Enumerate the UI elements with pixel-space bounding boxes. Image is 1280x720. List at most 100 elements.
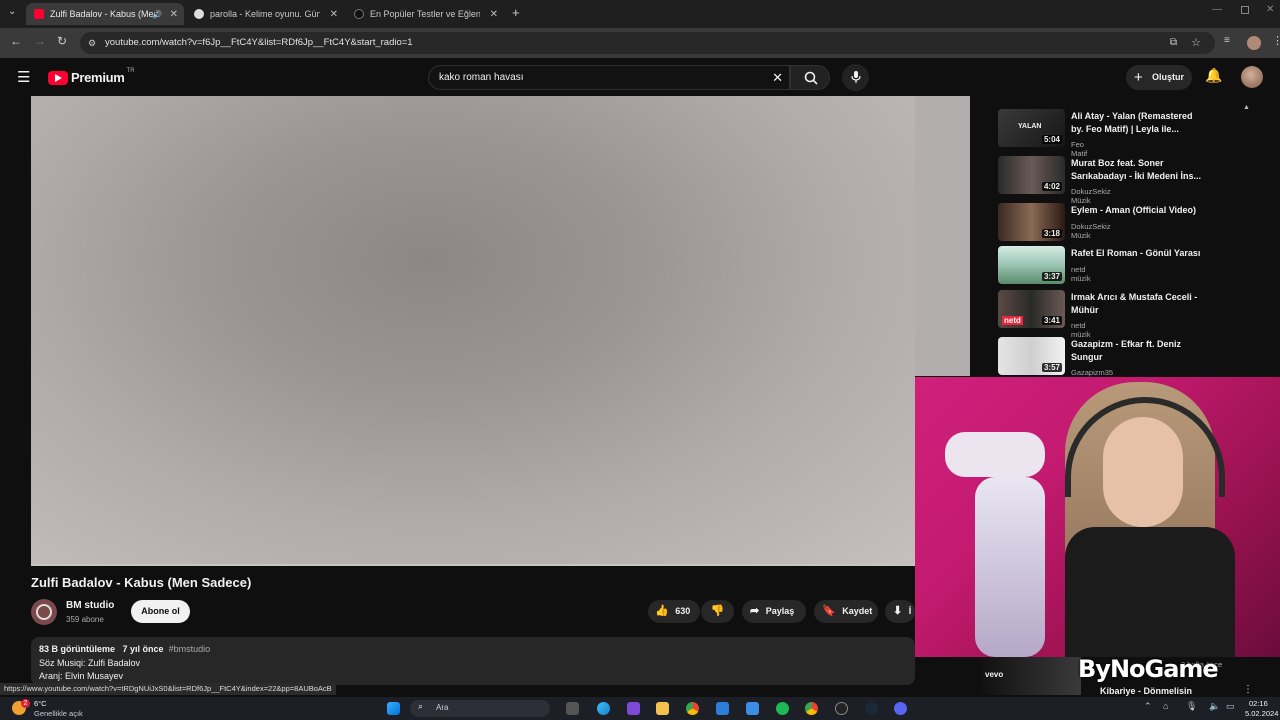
video-player[interactable] [31, 96, 915, 566]
logo-text: Premium [71, 70, 125, 85]
more-options-icon[interactable]: ⋮ [1243, 684, 1253, 695]
volume-icon[interactable]: 🔈 [1209, 701, 1220, 712]
create-button[interactable]: + Oluştur [1126, 65, 1192, 90]
close-window-icon[interactable]: ✕ [1266, 4, 1274, 15]
dislike-button[interactable]: 👎 [701, 600, 734, 623]
related-video-channel[interactable]: Gazapizm35 [1071, 368, 1113, 377]
video-thumbnail[interactable]: vevo [981, 657, 1081, 695]
video-thumbnail[interactable]: netd 3:41 [998, 290, 1065, 328]
tab-parolla[interactable]: parolla - Kelime oyunu. Günlük ✕ [186, 3, 344, 25]
download-button[interactable]: ⬇ İ [885, 600, 915, 623]
related-video-channel[interactable]: netd müzik [1071, 265, 1091, 283]
youtube-favicon-icon [34, 9, 44, 19]
youtube-header: ☰ Premium TR kako roman havası ✕ + Oluşt… [0, 58, 1280, 96]
discord-icon[interactable] [894, 702, 907, 715]
hashtag-link[interactable]: #bmstudio [169, 644, 211, 654]
scroll-up-arrow-icon[interactable]: ▲ [1243, 104, 1250, 111]
related-video-channel[interactable]: netd müzik [1071, 321, 1091, 339]
edge-icon[interactable] [597, 702, 610, 715]
tab-youtube[interactable]: Zulfi Badalov - Kabus (Men 🔊 ✕ [26, 3, 184, 25]
reload-icon[interactable]: ↻ [57, 34, 67, 48]
url-field[interactable]: ⚙ youtube.com/watch?v=f6Jp__FtC4Y&list=R… [80, 32, 1215, 54]
address-bar-row: ← → ↻ ⚙ youtube.com/watch?v=f6Jp__FtC4Y&… [0, 28, 1280, 58]
video-thumbnail[interactable]: YALAN 5:04 [998, 109, 1065, 147]
related-video-channel[interactable]: DokuzSekiz Müzik [1071, 222, 1111, 240]
battery-icon[interactable]: ▭ [1226, 701, 1235, 712]
search-button[interactable] [790, 65, 830, 90]
video-thumbnail[interactable]: 4:02 [998, 156, 1065, 194]
speaker-icon[interactable]: 🔊 [152, 10, 162, 19]
playlist-icon[interactable]: ≡ [1224, 35, 1230, 46]
profile-avatar-small[interactable] [1247, 36, 1261, 50]
mail-icon[interactable] [716, 702, 729, 715]
streamer-hand [945, 432, 1045, 477]
like-button[interactable]: 👍 630 [648, 600, 700, 623]
bookmark-star-icon[interactable]: ☆ [1191, 32, 1201, 54]
notification-count: 2 [21, 699, 30, 708]
webcam-overlay [915, 377, 1280, 657]
upload-age: 7 yıl önce [122, 644, 164, 654]
tab-title: parolla - Kelime oyunu. Günlük [210, 9, 320, 19]
forward-icon[interactable]: → [34, 34, 46, 48]
spotify-icon[interactable] [776, 702, 789, 715]
clear-search-icon[interactable]: ✕ [772, 66, 783, 89]
clock-time[interactable]: 02:16 [1249, 699, 1268, 708]
close-tab-icon[interactable]: ✕ [170, 9, 178, 20]
back-icon[interactable]: ← [10, 34, 22, 48]
app-icon[interactable] [627, 702, 640, 715]
video-description[interactable]: 83 B görüntüleme 7 yıl önce #bmstudio Sö… [31, 637, 915, 685]
new-tab-icon[interactable]: + [512, 5, 520, 20]
subscribe-button[interactable]: Abone ol [131, 600, 190, 623]
related-video-title: Irmak Arıcı & Mustafa Ceceli - Mühür [1071, 292, 1198, 315]
video-progress-bar[interactable] [31, 564, 915, 566]
related-video-channel[interactable]: Feo Matif [1071, 140, 1087, 158]
channel-avatar[interactable] [31, 599, 57, 625]
related-video-channel[interactable]: DokuzSekiz Müzik [1071, 187, 1111, 205]
video-thumbnail[interactable]: 3:18 [998, 203, 1065, 241]
restore-icon[interactable] [1241, 6, 1249, 14]
search-icon [804, 71, 818, 85]
youtube-logo[interactable]: Premium TR [48, 68, 135, 85]
tab-tests[interactable]: En Popüler Testler ve Eğlenceli ✕ [346, 3, 504, 25]
file-explorer-icon[interactable] [656, 702, 669, 715]
tab-search-chevron-icon[interactable]: ⌄ [8, 6, 16, 17]
notifications-bell-icon[interactable]: 🔔 [1205, 67, 1222, 84]
chrome-profile-icon[interactable] [805, 702, 818, 715]
install-app-icon[interactable]: ⧉ [1170, 32, 1177, 54]
task-view-icon[interactable] [566, 702, 579, 715]
channel-name[interactable]: BM studio [66, 600, 114, 611]
hamburger-menu-icon[interactable]: ☰ [17, 68, 30, 86]
share-button[interactable]: ➦ Paylaş [742, 600, 806, 623]
microphone-tray-icon[interactable]: 🎙 [1186, 701, 1197, 712]
streamer-brand-logo: ByNoGame [1078, 655, 1219, 683]
create-label: Oluştur [1152, 72, 1185, 82]
voice-search-button[interactable] [842, 64, 869, 91]
clock-date[interactable]: 5.02.2024 [1245, 709, 1278, 718]
obs-icon[interactable] [835, 702, 848, 715]
video-thumbnail[interactable]: 3:37 [998, 246, 1065, 284]
steam-icon[interactable] [865, 702, 878, 715]
save-button[interactable]: 🔖 Kaydet [814, 600, 878, 623]
chrome-icon[interactable] [686, 702, 699, 715]
taskbar-search[interactable]: ⌕ Ara [410, 700, 550, 717]
related-videos-list: YALAN 5:04 Ali Atay - Yalan (Remastered … [981, 100, 1253, 380]
weather-widget[interactable]: 2 6°C Genellikle açık [10, 699, 100, 719]
windows-start-icon[interactable] [387, 702, 400, 715]
tray-chevron-icon[interactable]: ⌃ [1144, 701, 1152, 712]
account-avatar[interactable] [1241, 66, 1263, 88]
related-video-title: Eylem - Aman (Official Video) [1071, 205, 1197, 215]
weather-temp: 6°C [34, 699, 47, 708]
related-video-title: Gazapizm - Efkar ft. Deniz Sungur [1071, 339, 1182, 362]
close-tab-icon[interactable]: ✕ [490, 9, 498, 20]
site-info-icon[interactable]: ⚙ [88, 32, 96, 54]
search-input[interactable]: kako roman havası ✕ [428, 65, 790, 90]
network-icon[interactable]: ⌂ [1163, 701, 1168, 711]
video-thumbnail[interactable]: 3:57 [998, 337, 1065, 375]
close-tab-icon[interactable]: ✕ [330, 9, 338, 20]
thumbs-down-icon: 👎 [710, 605, 725, 617]
browser-menu-icon[interactable]: ⋮ [1272, 34, 1280, 47]
minimize-icon[interactable]: — [1212, 4, 1222, 15]
store-icon[interactable] [746, 702, 759, 715]
weather-desc: Genellikle açık [34, 709, 83, 718]
sidebar-scrollbar[interactable]: ▲ [1243, 104, 1251, 380]
